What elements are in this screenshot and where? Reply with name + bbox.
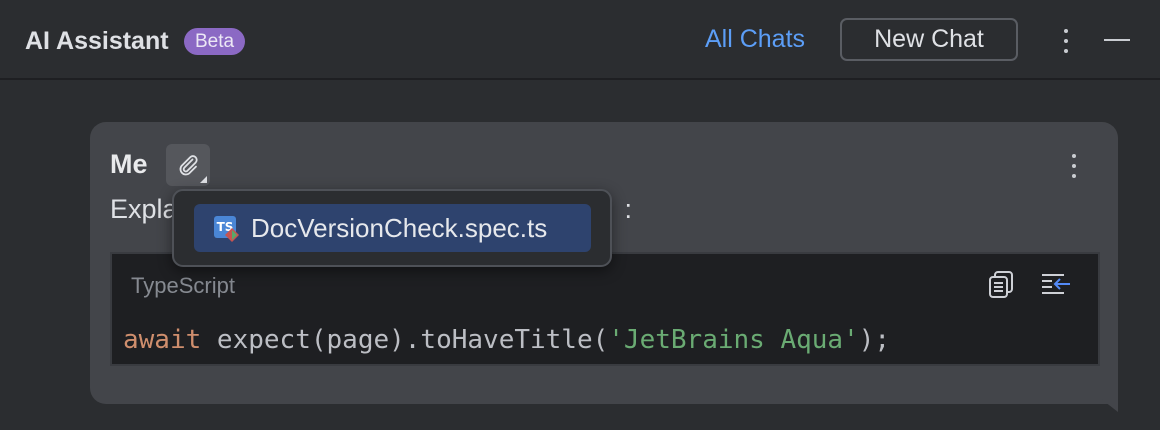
minimize-icon[interactable] <box>1104 27 1132 55</box>
typescript-file-icon: TS <box>214 216 240 242</box>
beta-badge: Beta <box>184 28 246 55</box>
attachments-button[interactable] <box>166 144 210 186</box>
code-call: expect(page).toHaveTitle( <box>201 325 609 355</box>
more-options-icon[interactable] <box>1054 25 1078 57</box>
code-snippet: TypeScript await expect(page).toHaveTitl… <box>110 252 1100 366</box>
code-line: await expect(page).toHaveTitle('JetBrain… <box>123 324 890 356</box>
tool-window-header: AI Assistant Beta All Chats New Chat <box>0 0 1160 80</box>
tool-window-title: AI Assistant <box>25 27 169 55</box>
message-text-end: : <box>624 194 633 224</box>
message-options-icon[interactable] <box>1062 150 1086 182</box>
paperclip-icon <box>179 155 198 176</box>
code-language-label: TypeScript <box>131 273 235 298</box>
insert-at-caret-icon[interactable] <box>1040 270 1072 298</box>
code-keyword: await <box>123 325 202 355</box>
attachments-popup: TS DocVersionCheck.spec.ts <box>172 189 612 267</box>
dropdown-corner-icon <box>200 176 207 183</box>
attachment-file-name: DocVersionCheck.spec.ts <box>251 213 548 243</box>
copy-icon[interactable] <box>988 270 1014 298</box>
bubble-tail <box>1100 398 1118 412</box>
code-string: 'JetBrains Aqua' <box>608 325 859 355</box>
message-sender: Me <box>110 149 148 179</box>
code-end: ); <box>858 325 891 355</box>
all-chats-link[interactable]: All Chats <box>705 24 805 54</box>
new-chat-button[interactable]: New Chat <box>840 18 1018 61</box>
message-text-start: Expla <box>110 194 178 224</box>
attachment-file-item[interactable]: TS DocVersionCheck.spec.ts <box>194 204 591 252</box>
